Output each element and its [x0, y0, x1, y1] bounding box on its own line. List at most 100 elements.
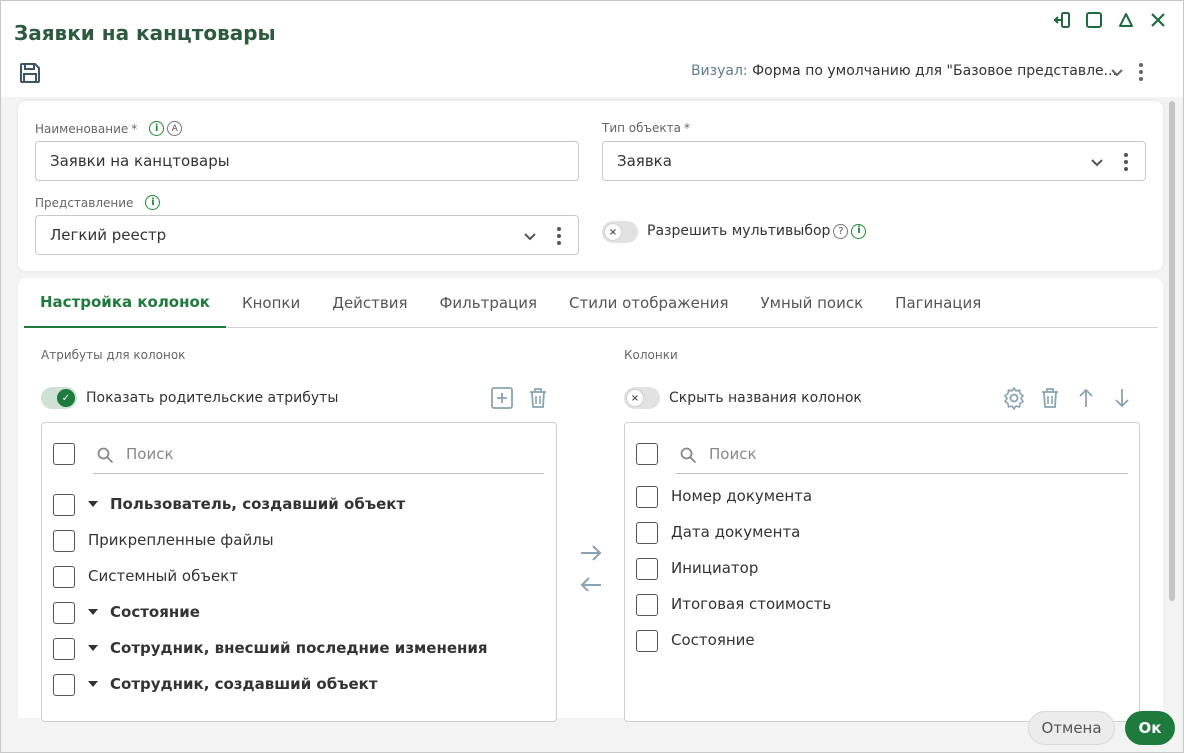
caret-down-icon[interactable] — [88, 645, 98, 651]
select-all-checkbox[interactable] — [636, 443, 658, 465]
item-checkbox[interactable] — [53, 566, 75, 588]
type-select[interactable]: Заявка — [602, 141, 1146, 181]
list-item[interactable]: Сотрудник, внесший последние изменения — [42, 631, 556, 667]
item-checkbox[interactable] — [636, 630, 658, 652]
caret-down-icon[interactable] — [88, 609, 98, 615]
chevron-down-icon[interactable] — [522, 228, 538, 244]
parent-attributes-toggle[interactable]: ✓ — [41, 387, 77, 409]
search-input[interactable]: Поиск — [709, 445, 757, 463]
hide-column-names-toggle[interactable]: × — [624, 387, 660, 409]
info-icon[interactable]: i — [149, 121, 165, 136]
close-icon[interactable] — [1147, 9, 1169, 31]
name-required-mark: * — [131, 121, 138, 136]
item-checkbox[interactable] — [53, 674, 75, 696]
list-item-label: Состояние — [110, 603, 200, 621]
toggle-off-icon: × — [604, 223, 622, 241]
scrollbar[interactable] — [1169, 101, 1175, 601]
arrow-left-icon[interactable] — [580, 577, 601, 593]
parent-attributes-label: Показать родительские атрибуты — [86, 390, 339, 406]
list-item-label: Сотрудник, создавший объект — [110, 675, 378, 693]
transfer-arrows — [578, 541, 604, 593]
pin-icon[interactable] — [1051, 9, 1073, 31]
list-item-label: Номер документа — [671, 487, 813, 505]
search-underline — [676, 473, 1128, 474]
toggle-on-icon: ✓ — [57, 389, 75, 407]
dialog-title: Заявки на канцтовары — [14, 21, 276, 45]
item-checkbox[interactable] — [53, 494, 75, 516]
item-checkbox[interactable] — [53, 530, 75, 552]
list-item[interactable]: Пользователь, создавший объект — [42, 487, 556, 523]
name-label-row: Наименование * i A — [35, 121, 183, 136]
tab-smart-search[interactable]: Умный поиск — [745, 278, 880, 328]
tab-pagination[interactable]: Пагинация — [879, 278, 997, 328]
tab-display-styles[interactable]: Стили отображения — [553, 278, 744, 328]
more-vertical-icon[interactable] — [1119, 150, 1133, 174]
list-item[interactable]: Прикрепленные файлы — [42, 523, 556, 559]
info-icon[interactable]: i — [145, 195, 161, 210]
item-checkbox[interactable] — [636, 594, 658, 616]
list-item[interactable]: Сотрудник, создавший объект — [42, 667, 556, 703]
hide-column-names-label: Скрыть названия колонок — [669, 390, 862, 406]
list-item[interactable]: Состояние — [42, 595, 556, 631]
save-icon[interactable] — [18, 61, 42, 85]
list-item-label: Системный объект — [88, 567, 238, 585]
list-item[interactable]: Инициатор — [625, 551, 1139, 587]
list-item-label: Итоговая стоимость — [671, 595, 832, 613]
search-icon — [97, 447, 114, 464]
properties-card: Наименование * i A Заявки на канцтовары … — [18, 101, 1163, 271]
chevron-down-icon[interactable] — [1089, 154, 1105, 170]
ok-button[interactable]: Ок — [1125, 711, 1175, 745]
view-label: Представление — [35, 195, 134, 210]
type-label: Тип объекта — [602, 121, 681, 135]
maximize-icon[interactable] — [1083, 9, 1105, 31]
visual-value: Форма по умолчанию для "Базовое представ… — [752, 63, 1117, 79]
tab-actions[interactable]: Действия — [316, 278, 423, 328]
list-item[interactable]: Итоговая стоимость — [625, 587, 1139, 623]
list-item[interactable]: Системный объект — [42, 559, 556, 595]
collapse-icon[interactable] — [1115, 9, 1137, 31]
list-item[interactable]: Дата документа — [625, 515, 1139, 551]
tab-filtering[interactable]: Фильтрация — [424, 278, 554, 328]
info-icon[interactable]: i — [851, 223, 867, 239]
type-value: Заявка — [617, 152, 672, 170]
item-checkbox[interactable] — [53, 602, 75, 624]
item-checkbox[interactable] — [636, 558, 658, 580]
visual-selector[interactable]: Визуал: Форма по умолчанию для "Базовое … — [691, 63, 1117, 79]
tab-buttons[interactable]: Кнопки — [226, 278, 316, 328]
list-item[interactable]: Номер документа — [625, 479, 1139, 515]
trash-icon[interactable] — [526, 386, 550, 410]
more-vertical-icon[interactable] — [552, 224, 566, 248]
search-underline — [93, 473, 544, 474]
view-select[interactable]: Легкий реестр — [35, 215, 579, 255]
help-icon[interactable]: ? — [833, 223, 849, 239]
list-item[interactable]: Состояние — [625, 623, 1139, 659]
item-checkbox[interactable] — [636, 522, 658, 544]
caret-down-icon[interactable] — [88, 681, 98, 687]
autofill-icon[interactable]: A — [167, 121, 183, 136]
caret-down-icon[interactable] — [88, 501, 98, 507]
toggle-off-icon: × — [626, 389, 644, 407]
tab-column-settings[interactable]: Настройка колонок — [24, 278, 226, 328]
multiselect-toggle[interactable]: × — [602, 221, 638, 243]
add-icon[interactable] — [490, 386, 514, 410]
visual-label: Визуал: — [690, 63, 748, 79]
tab-bar: Настройка колонок Кнопки Действия Фильтр… — [24, 278, 1158, 328]
chevron-down-icon[interactable] — [1109, 64, 1125, 80]
item-checkbox[interactable] — [636, 486, 658, 508]
view-label-row: Представление i — [35, 195, 161, 210]
attributes-title: Атрибуты для колонок — [41, 348, 186, 362]
dialog-header: Заявки на канцтовары Визуал: Форма по ум… — [1, 1, 1183, 97]
arrow-up-icon[interactable] — [1074, 386, 1098, 410]
more-vertical-icon[interactable] — [1133, 60, 1149, 84]
cancel-button[interactable]: Отмена — [1028, 711, 1115, 745]
search-input[interactable]: Поиск — [126, 445, 174, 463]
name-field[interactable]: Заявки на канцтовары — [35, 141, 579, 181]
trash-icon[interactable] — [1038, 386, 1062, 410]
item-checkbox[interactable] — [53, 638, 75, 660]
select-all-checkbox[interactable] — [53, 443, 75, 465]
search-icon — [680, 447, 697, 464]
gear-icon[interactable] — [1002, 386, 1026, 410]
settings-card: Настройка колонок Кнопки Действия Фильтр… — [18, 278, 1163, 722]
arrow-down-icon[interactable] — [1110, 386, 1134, 410]
arrow-right-icon[interactable] — [581, 545, 602, 561]
